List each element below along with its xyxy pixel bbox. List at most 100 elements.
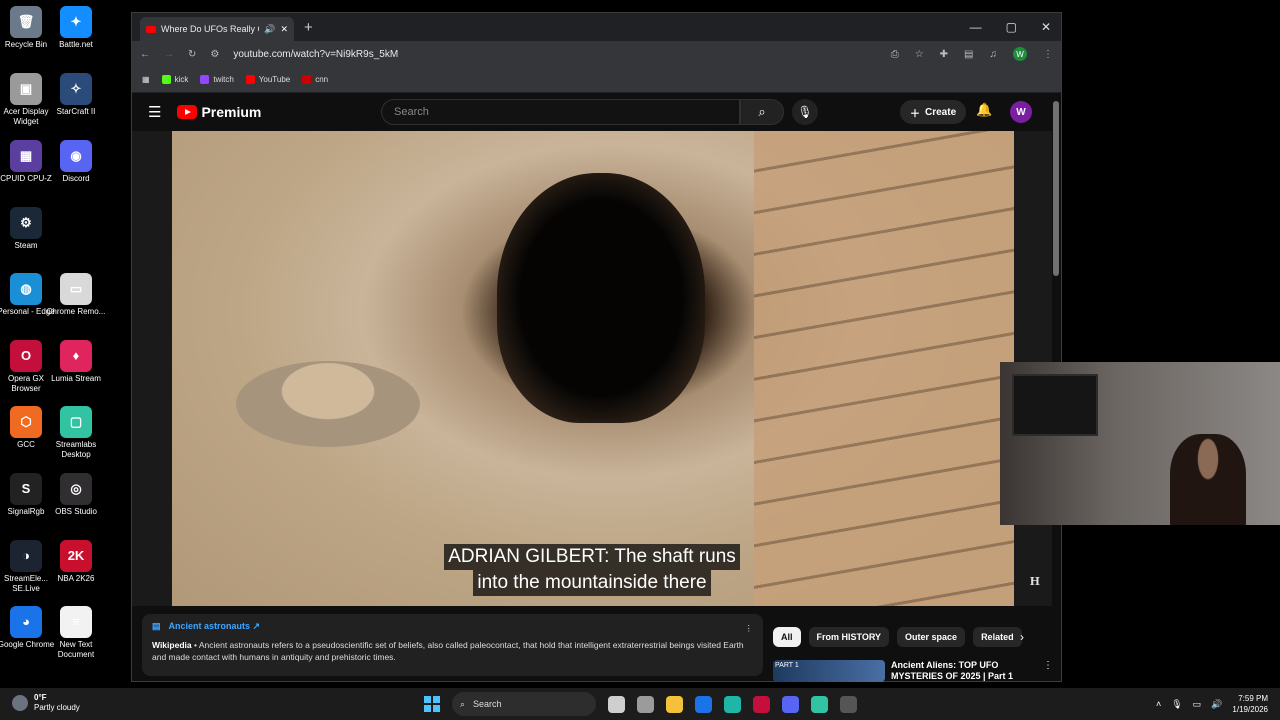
- tab-bar: Where Do UFOs Really Com 🔊 ✕ + — ▢ ✕: [132, 13, 1061, 41]
- cave-entrance: [497, 173, 705, 423]
- search-button[interactable]: ⌕: [740, 99, 784, 125]
- youtube-header: ☰ Premium Search ⌕ 🎙 ＋ Create 🔔 W: [132, 93, 1061, 131]
- recommended-title[interactable]: Ancient Aliens: TOP UFO MYSTERIES OF 202…: [891, 660, 1037, 682]
- menu-icon[interactable]: ⋮: [1043, 49, 1053, 60]
- close-tab-icon[interactable]: ✕: [280, 24, 288, 35]
- apps-grid-icon[interactable]: ▦: [142, 75, 150, 84]
- bookmark-star-icon[interactable]: ☆: [915, 49, 924, 60]
- page-scrollbar[interactable]: [1053, 101, 1059, 276]
- close-window-button[interactable]: ✕: [1041, 20, 1051, 34]
- forward-icon[interactable]: →: [164, 49, 174, 60]
- install-icon[interactable]: ⎙: [891, 49, 899, 60]
- desktop-icon[interactable]: ✧ StarCraft II: [46, 73, 106, 117]
- video-thumbnail[interactable]: PART 1: [773, 660, 885, 682]
- chevron-up-icon[interactable]: ˄: [1156, 699, 1161, 709]
- microphone-icon[interactable]: 🎙: [1171, 699, 1182, 710]
- volume-icon[interactable]: 🔊: [1211, 699, 1222, 710]
- notifications-bell-icon[interactable]: 🔔: [976, 102, 992, 118]
- chip-all[interactable]: All: [773, 627, 801, 647]
- app-icon: ◉: [60, 140, 92, 172]
- start-button[interactable]: [424, 696, 440, 712]
- chip-from-history[interactable]: From HISTORY: [808, 627, 890, 647]
- bookmark-kick[interactable]: kick: [161, 75, 189, 84]
- desktop-icon[interactable]: ▢ Streamlabs Desktop: [46, 406, 106, 460]
- chip-outer-space[interactable]: Outer space: [897, 627, 966, 647]
- weather-widget[interactable]: 0°F Partly cloudy: [12, 693, 80, 713]
- recommended-video[interactable]: PART 1 Ancient Aliens: TOP UFO MYSTERIES…: [773, 660, 1053, 682]
- bookmark-favicon-icon: [161, 75, 171, 84]
- more-options-icon[interactable]: ⋮: [1043, 660, 1053, 682]
- profile-avatar[interactable]: W: [1013, 47, 1027, 61]
- channel-watermark[interactable]: H: [1030, 575, 1040, 588]
- network-icon[interactable]: ▭: [1193, 699, 1202, 710]
- speaker-icon[interactable]: 🔊: [264, 24, 275, 35]
- minimize-button[interactable]: —: [970, 20, 982, 34]
- desktop-icon[interactable]: ◎ OBS Studio: [46, 473, 106, 517]
- desktop-icon[interactable]: ▭ Chrome Remo...: [46, 273, 106, 317]
- bookmark-cnn[interactable]: cnn: [302, 75, 328, 84]
- taskbar-task-view-icon[interactable]: [608, 695, 625, 713]
- app-icon: ✦: [60, 6, 92, 38]
- webcam-overlay: [1000, 362, 1280, 525]
- app-icon: O: [10, 340, 42, 372]
- app-icon: ✧: [60, 73, 92, 105]
- desktop-icon[interactable]: ◉ Discord: [46, 140, 106, 184]
- new-tab-button[interactable]: +: [304, 19, 313, 36]
- webcam-person: [1170, 434, 1246, 525]
- taskbar-discord-icon[interactable]: [782, 695, 799, 713]
- taskbar-edge-icon[interactable]: [724, 695, 741, 713]
- chevron-right-icon[interactable]: ›: [1020, 630, 1024, 644]
- more-options-icon[interactable]: ⋮: [745, 622, 754, 634]
- app-icon: ◍: [10, 273, 42, 305]
- taskbar-streamlabs-icon[interactable]: [811, 695, 828, 713]
- bookmark-youtube[interactable]: YouTube: [245, 75, 290, 84]
- app-icon: ◑: [10, 540, 42, 572]
- desktop-icon[interactable]: ✦ Battle.net: [46, 6, 106, 50]
- youtube-logo[interactable]: Premium: [177, 104, 261, 120]
- desktop-icon[interactable]: 2K NBA 2K26: [46, 540, 106, 584]
- bookmark-favicon-icon: [302, 75, 312, 84]
- chip-related[interactable]: Related: [973, 627, 1022, 647]
- extensions-icon[interactable]: ✚: [940, 49, 948, 60]
- create-label: Create: [925, 106, 957, 118]
- search-input[interactable]: Search: [381, 99, 740, 125]
- media-icon[interactable]: ♫: [990, 49, 998, 60]
- info-card[interactable]: ▤ Ancient astronauts ↗ Wikipedia • Ancie…: [142, 614, 763, 676]
- desktop-icon-label: Battle.net: [59, 40, 93, 49]
- voice-search-button[interactable]: 🎙: [792, 99, 818, 125]
- bookmark-twitch[interactable]: twitch: [200, 75, 234, 84]
- app-icon: 🗑: [10, 6, 42, 38]
- video-frame: [172, 131, 1014, 606]
- maximize-button[interactable]: ▢: [1006, 20, 1017, 34]
- sidepanel-icon[interactable]: ▤: [964, 49, 973, 60]
- reload-icon[interactable]: ↻: [188, 49, 196, 60]
- desktop-icon[interactable]: ♦ Lumia Stream: [46, 340, 106, 384]
- taskbar-widgets-icon[interactable]: [637, 695, 654, 713]
- hamburger-menu-icon[interactable]: ☰: [148, 103, 161, 121]
- taskbar: 0°F Partly cloudy ⌕ Search ˄ 🎙 ▭ 🔊 7:59 P…: [0, 688, 1280, 720]
- desktop-icon[interactable]: ≡ New Text Document: [46, 606, 106, 660]
- site-info-icon[interactable]: ⚙: [210, 49, 219, 60]
- taskbar-obs-icon[interactable]: [840, 695, 857, 713]
- bookmark-favicon-icon: [245, 75, 255, 84]
- app-icon: ♦: [60, 340, 92, 372]
- taskbar-search[interactable]: ⌕ Search: [452, 692, 596, 716]
- taskbar-opera-gx-icon[interactable]: [753, 695, 770, 713]
- url-field[interactable]: youtube.com/watch?v=Ni9kR9s_5kM: [233, 49, 876, 60]
- bookmark-favicon-icon: [200, 75, 210, 84]
- bookmarks-bar: ▦ kick twitch YouTube cnn: [132, 67, 1061, 93]
- info-card-title[interactable]: Ancient astronauts ↗: [169, 620, 261, 632]
- app-icon: ◎: [60, 473, 92, 505]
- account-avatar[interactable]: W: [1010, 101, 1032, 123]
- video-player[interactable]: ADRIAN GILBERT: The shaft runs into the …: [132, 131, 1052, 606]
- taskbar-chrome-icon[interactable]: [695, 695, 712, 713]
- back-icon[interactable]: ←: [140, 49, 150, 60]
- bookmark-label: twitch: [213, 75, 234, 84]
- clock[interactable]: 7:59 PM 1/19/2026: [1232, 693, 1268, 715]
- create-button[interactable]: ＋ Create: [900, 100, 967, 124]
- taskbar-file-explorer-icon[interactable]: [666, 695, 683, 713]
- tab-youtube[interactable]: Where Do UFOs Really Com 🔊 ✕: [140, 17, 294, 41]
- bookmark-label: kick: [174, 75, 189, 84]
- date: 1/19/2026: [1232, 705, 1268, 714]
- desktop-icon[interactable]: ⚙ Steam: [0, 207, 56, 251]
